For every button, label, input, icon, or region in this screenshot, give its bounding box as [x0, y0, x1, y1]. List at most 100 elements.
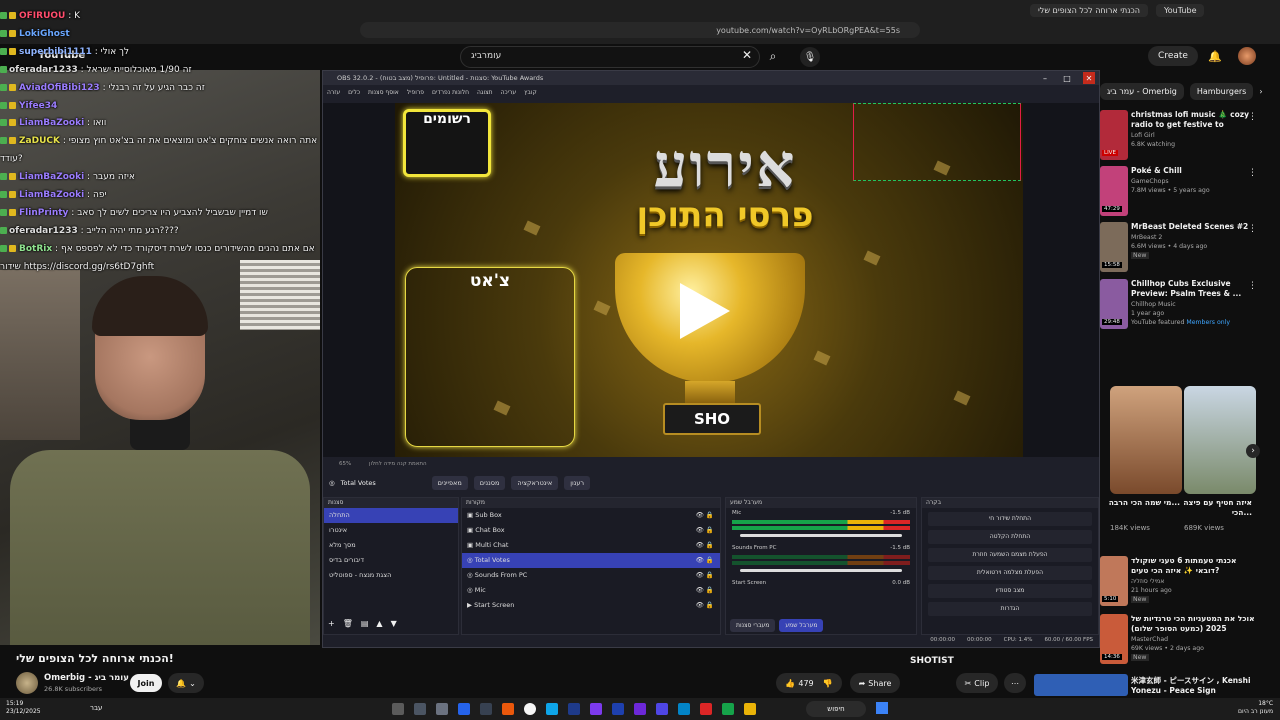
video-thumbnail[interactable] — [1034, 674, 1128, 696]
app-icon[interactable] — [546, 703, 558, 715]
properties-button[interactable]: מאפיינים — [431, 476, 468, 490]
virtual-camera-button[interactable]: הפעלת מצלמה וירטואלית — [928, 566, 1092, 580]
scene-item[interactable]: התחלה — [324, 508, 458, 523]
app-icon[interactable] — [700, 703, 712, 715]
notifications-bell-icon[interactable]: 🔔 — [1206, 47, 1224, 65]
windows-start-icon[interactable] — [876, 702, 888, 714]
settings-button[interactable]: הגדרות — [928, 602, 1092, 616]
video-title[interactable]: 米津玄師 - ピースサイン , Kenshi Yonezu - Peace Si… — [1131, 676, 1256, 696]
menu-help[interactable]: עזרה — [327, 89, 340, 96]
taskbar-search[interactable]: חיפוש — [806, 701, 866, 717]
scene-item[interactable]: מסך מלא — [324, 538, 458, 553]
remove-scene-icon[interactable]: 🗑 — [343, 619, 353, 628]
start-recording-button[interactable]: התחלת הקלטה — [928, 530, 1092, 544]
clip-button[interactable]: ✂ Clip — [956, 673, 998, 693]
join-button[interactable]: Join — [130, 674, 162, 692]
app-icon[interactable] — [722, 703, 734, 715]
folder-icon[interactable] — [744, 703, 756, 715]
menu-file[interactable]: קובץ — [524, 89, 537, 96]
recommended-video[interactable]: LIVE christmas lofi music 🎄 cozy radio t… — [1100, 110, 1275, 160]
app-icon[interactable] — [502, 703, 514, 715]
source-item[interactable]: ◎ Sounds From PC 👁 🔒 — [462, 568, 720, 583]
video-title[interactable]: Poké & Chill — [1131, 166, 1256, 176]
thumbs-down-icon[interactable]: 👎 — [823, 679, 833, 688]
tab-youtube[interactable]: YouTube — [1155, 3, 1205, 17]
input-language[interactable]: עבר — [90, 704, 102, 712]
refresh-button[interactable]: רענון — [564, 476, 591, 490]
more-options-icon[interactable]: ⋮ — [1248, 168, 1257, 178]
app-icon[interactable] — [634, 703, 646, 715]
address-bar[interactable]: youtube.com/watch?v=OyRLbORgPEA&t=55s — [360, 22, 920, 38]
app-icon[interactable] — [414, 703, 426, 715]
more-options-icon[interactable]: ⋮ — [1248, 224, 1257, 234]
start-streaming-button[interactable]: התחלת שידור חי — [928, 512, 1092, 526]
visibility-eye-icon[interactable]: 👁 🔒 — [696, 508, 714, 523]
filters-button[interactable]: מסננים — [473, 476, 506, 490]
recommended-video[interactable]: 47:29 Poké & Chill GameChops 7.8M views •… — [1100, 166, 1275, 216]
replay-buffer-button[interactable]: הפעלת מצמם השמעה חוזרת — [928, 548, 1092, 562]
chevron-right-icon[interactable]: › — [1246, 444, 1260, 458]
add-scene-icon[interactable]: + — [328, 619, 335, 628]
visibility-eye-icon[interactable]: 👁 🔒 — [696, 598, 714, 613]
source-item[interactable]: ▣ Sub Box 👁 🔒 — [462, 508, 720, 523]
more-options-icon[interactable]: ⋮ — [1248, 112, 1257, 122]
minimize-icon[interactable]: – — [1039, 72, 1051, 84]
menu-tools[interactable]: כלים — [348, 89, 360, 96]
channel-avatar[interactable] — [16, 672, 38, 694]
app-icon[interactable] — [436, 703, 448, 715]
visibility-eye-icon[interactable]: 👁 🔒 — [696, 553, 714, 568]
account-avatar[interactable] — [1238, 47, 1256, 65]
subscribe-bell-button[interactable]: 🔔 ⌄ — [168, 673, 204, 693]
source-item[interactable]: ◎ Mic 👁 🔒 — [462, 583, 720, 598]
volume-slider[interactable] — [740, 534, 902, 537]
tab-video[interactable]: הכנתי ארוחה לכל הצופים שלי — [1030, 3, 1148, 17]
video-title[interactable]: christmas lofi music 🎄 cozy radio to get… — [1131, 110, 1256, 130]
menu-view[interactable]: תצוגה — [477, 89, 493, 96]
obs-app-icon[interactable] — [524, 703, 536, 715]
chevron-right-icon[interactable]: › — [1259, 87, 1262, 96]
source-selection-handle[interactable] — [853, 103, 1021, 181]
video-title[interactable]: Chillhop Cubs Exclusive Preview: Psalm T… — [1131, 279, 1256, 299]
short-title[interactable]: מי שמה הכי הרבה... — [1100, 498, 1180, 508]
app-icon[interactable] — [392, 703, 404, 715]
menu-edit[interactable]: עריכה — [501, 89, 517, 96]
like-button[interactable]: 👍 479 👎 — [776, 673, 842, 693]
app-icon[interactable] — [678, 703, 690, 715]
scene-item[interactable]: הצגת מנצח - ספוטליט — [324, 568, 458, 583]
scene-filter-icon[interactable]: ▤ — [361, 619, 369, 628]
more-options-icon[interactable]: ⋮ — [1248, 281, 1257, 291]
short-title[interactable]: איזה חטיף עם פיצה הכי... — [1182, 498, 1252, 518]
scene-preview[interactable]: אירוע פרסי התוכן SHO רשומים צ'אט — [395, 103, 1023, 457]
app-icon[interactable] — [458, 703, 470, 715]
app-icon[interactable] — [612, 703, 624, 715]
search-icon[interactable]: ⌕ — [764, 47, 782, 65]
app-icon[interactable] — [590, 703, 602, 715]
visibility-eye-icon[interactable]: 👁 🔒 — [696, 523, 714, 538]
recommended-video[interactable]: 29:48 Chillhop Cubs Exclusive Preview: P… — [1100, 279, 1275, 329]
video-title[interactable]: MrBeast Deleted Scenes #2 — [1131, 222, 1256, 232]
tab-audio-mixer[interactable]: מערבל שמע — [779, 619, 824, 632]
tab-scene-transitions[interactable]: מעברי סצנות — [730, 619, 776, 632]
microphone-icon[interactable]: 🎙 — [800, 47, 820, 67]
weather-widget[interactable]: 18°C מעונן רב היום — [1238, 700, 1273, 716]
recommended-video[interactable]: 14:36 אוכל את המטעניות הכי טרנדיות של 20… — [1100, 614, 1275, 664]
app-icon[interactable] — [568, 703, 580, 715]
source-item[interactable]: ▶ Start Screen 👁 🔒 — [462, 598, 720, 613]
more-actions-button[interactable]: ⋯ — [1004, 673, 1026, 693]
share-button[interactable]: ➦ Share — [850, 673, 900, 693]
recommended-video[interactable]: 15:58 MrBeast Deleted Scenes #2 MrBeast … — [1100, 222, 1275, 272]
zoom-level[interactable]: 65% — [339, 461, 351, 467]
video-title[interactable]: אוכל את המטעניות הכי טרנדיות של 2025 (כמ… — [1131, 614, 1256, 634]
scene-item[interactable]: אינטרו — [324, 523, 458, 538]
video-title[interactable]: אכנתי טעמתות 6 טעני שוקולד דובאי ✨ איזה … — [1131, 556, 1256, 576]
move-down-icon[interactable]: ▼ — [391, 619, 397, 628]
menu-docks[interactable]: חלונות נפרדים — [432, 89, 469, 96]
short-thumbnail[interactable] — [1184, 386, 1256, 494]
source-item[interactable]: ◎ Total Votes 👁 🔒 — [462, 553, 720, 568]
source-item[interactable]: ▣ Chat Box 👁 🔒 — [462, 523, 720, 538]
short-thumbnail[interactable] — [1110, 386, 1182, 494]
volume-slider[interactable] — [740, 569, 902, 572]
maximize-icon[interactable]: □ — [1061, 72, 1073, 84]
close-icon[interactable]: ✕ — [1083, 72, 1095, 84]
chip-channel[interactable]: עמר ביג - Omerbig — [1100, 82, 1184, 100]
